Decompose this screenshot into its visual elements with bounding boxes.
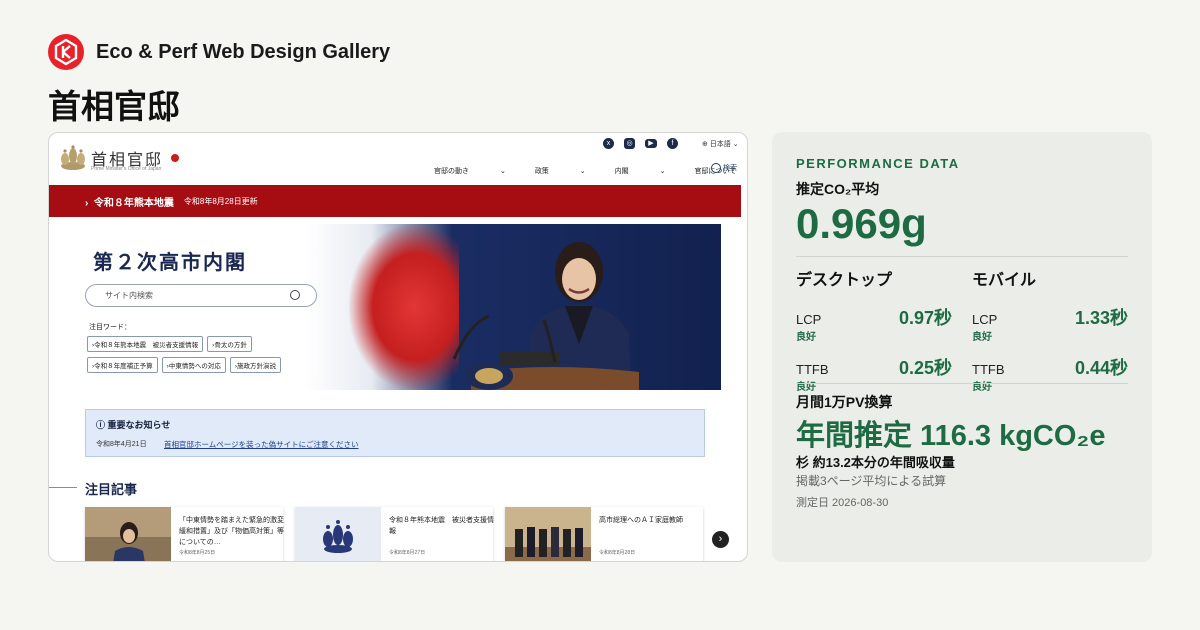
facebook-icon[interactable]: f	[667, 138, 678, 149]
lcp-label: LCP	[972, 312, 998, 327]
article-thumbnail	[85, 507, 171, 561]
site-search-button[interactable]: 検索	[711, 163, 737, 173]
divider	[796, 256, 1128, 257]
carousel-next-button[interactable]: ›	[712, 531, 729, 548]
lcp-label: LCP	[796, 312, 822, 327]
article-date: 令和8年8月28日	[599, 550, 636, 556]
performance-panel: PERFORMANCE DATA 推定CO₂平均 0.969g デスクトップ L…	[772, 132, 1152, 562]
tree-equivalent: 杉 約13.2本分の年間吸収量	[796, 455, 955, 470]
keyword-tags: ›令和８年熊本地震 被災者支援情報 ›骨太の方針 ›令和８年度補正予算 ›中東情…	[87, 336, 327, 378]
search-icon	[711, 163, 721, 173]
lcp-value: 0.97秒	[898, 308, 952, 328]
article-date: 令和8年8月27日	[389, 550, 426, 556]
article-thumbnail	[505, 507, 591, 561]
alert-date: 令和8年8月28日更新	[183, 196, 258, 206]
monthly-pv-label: 月間1万PV換算	[796, 394, 893, 410]
site-header: 首相官邸 Prime Minister's Office of Japan x …	[49, 133, 747, 185]
article-thumbnail	[295, 507, 381, 561]
featured-cards: 「中東情勢を踏まえた緊急的激変緩和措置」及び「物価高対策」等についての… 令和8…	[85, 507, 725, 561]
search-icon[interactable]	[290, 290, 300, 300]
chevron-right-icon: ›	[718, 533, 723, 545]
brand-name: Eco & Perf Web Design Gallery	[96, 40, 391, 63]
paulownia-seal-icon	[61, 145, 85, 170]
ttfb-value: 0.25秒	[898, 358, 952, 378]
co2-average-label: 推定CO₂平均	[796, 181, 880, 197]
keyword-tag[interactable]: ›中東情勢への対応	[161, 357, 226, 373]
notice-title: ⓘ 重要なお知らせ	[96, 420, 171, 430]
article-card[interactable]: 高市総理へのＡＩ家庭教師 令和8年8月28日	[505, 507, 703, 561]
social-links: x ◎ ▶ f ⊕ 日本語 ⌄	[603, 138, 739, 149]
article-card[interactable]: 「中東情勢を踏まえた緊急的激変緩和措置」及び「物価高対策」等についての… 令和8…	[85, 507, 284, 561]
nav-item-activities[interactable]: 官邸の動き ⌄	[434, 166, 506, 176]
estimate-note: 掲載3ページ平均による試算	[796, 474, 947, 488]
notice-link[interactable]: 首相官邸ホームページを装った偽サイトにご注意ください	[164, 439, 358, 450]
brand-logo-icon	[48, 34, 84, 70]
desktop-metrics: デスクトップ LCP 0.97秒 良好 TTFB 0.25秒 良好	[796, 266, 952, 393]
nav-item-cabinet[interactable]: 内閣 ⌄	[615, 166, 666, 176]
lcp-rating: 良好	[972, 332, 992, 343]
measured-date: 測定日 2026-08-30	[796, 497, 889, 509]
notice-date: 令和8年4月21日	[96, 441, 147, 448]
performance-label: PERFORMANCE DATA	[796, 156, 960, 171]
featured-title: 注目記事	[85, 483, 138, 498]
co2-average-value: 0.969g	[796, 200, 927, 247]
article-date: 令和8年8月25日	[179, 550, 216, 556]
alert-title: › 令和８年熊本地震	[85, 197, 174, 209]
desktop-lcp: LCP 0.97秒 良好	[796, 298, 952, 343]
keyword-tag[interactable]: ›施政方針演説	[229, 357, 282, 373]
site-search-input[interactable]: サイト内検索	[85, 284, 317, 307]
ttfb-rating: 良好	[796, 382, 816, 393]
divider	[796, 383, 1128, 384]
instagram-icon[interactable]: ◎	[624, 138, 635, 149]
japan-flag-icon	[171, 154, 180, 162]
important-notice: ⓘ 重要なお知らせ 令和8年4月21日 首相官邸ホームページを装った偽サイトにご…	[85, 409, 705, 457]
site-subtitle: Prime Minister's Office of Japan	[91, 166, 162, 172]
emergency-banner[interactable]: › 令和８年熊本地震 令和8年8月28日更新	[49, 185, 741, 217]
desktop-title: デスクトップ	[796, 272, 893, 289]
keywords-label: 注目ワード：	[89, 324, 131, 331]
x-icon[interactable]: x	[603, 138, 614, 149]
ttfb-label: TTFB	[972, 362, 1005, 377]
ttfb-value: 0.44秒	[1074, 358, 1128, 378]
youtube-icon[interactable]: ▶	[645, 139, 657, 148]
ttfb-label: TTFB	[796, 362, 829, 377]
mobile-lcp: LCP 1.33秒 良好	[972, 298, 1128, 343]
article-title: 令和８年熊本地震 被災者支援情報	[389, 517, 494, 535]
lcp-rating: 良好	[796, 332, 816, 343]
site-nav: 官邸の動き ⌄ 政策 ⌄ 内閣 ⌄ 官邸について ⌄	[434, 166, 747, 176]
ttfb-rating: 良好	[972, 382, 992, 393]
keyword-tag[interactable]: ›令和８年度補正予算	[87, 357, 158, 373]
nav-item-policy[interactable]: 政策 ⌄	[535, 166, 586, 176]
page-title: 首相官邸	[48, 87, 180, 126]
site-screenshot[interactable]: 首相官邸 Prime Minister's Office of Japan x …	[48, 132, 748, 562]
section-divider	[49, 487, 77, 488]
mobile-title: モバイル	[972, 272, 1037, 289]
article-title: 「中東情勢を踏まえた緊急的激変緩和措置」及び「物価高対策」等についての…	[179, 517, 284, 546]
brand-header[interactable]: Eco & Perf Web Design Gallery	[48, 34, 390, 70]
prime-minister-photo	[452, 242, 639, 390]
lcp-value: 1.33秒	[1074, 308, 1128, 328]
hero-section: 第２次高市内閣 サイト内検索 注目ワード： ›令和８年熊本地震 被災者支援情報 …	[49, 224, 721, 390]
keyword-tag[interactable]: ›令和８年熊本地震 被災者支援情報	[87, 336, 204, 352]
language-selector[interactable]: ⊕ 日本語 ⌄	[702, 139, 739, 149]
keyword-tag[interactable]: ›骨太の方針	[207, 336, 252, 352]
annual-estimate: 年間推定 116.3 kgCO₂e	[796, 420, 1106, 452]
article-card[interactable]: 令和８年熊本地震 被災者支援情報 令和8年8月27日	[295, 507, 494, 561]
hero-heading: 第２次高市内閣	[93, 250, 247, 274]
article-title: 高市総理へのＡＩ家庭教師	[599, 517, 683, 524]
mobile-metrics: モバイル LCP 1.33秒 良好 TTFB 0.44秒 良好	[972, 266, 1128, 393]
